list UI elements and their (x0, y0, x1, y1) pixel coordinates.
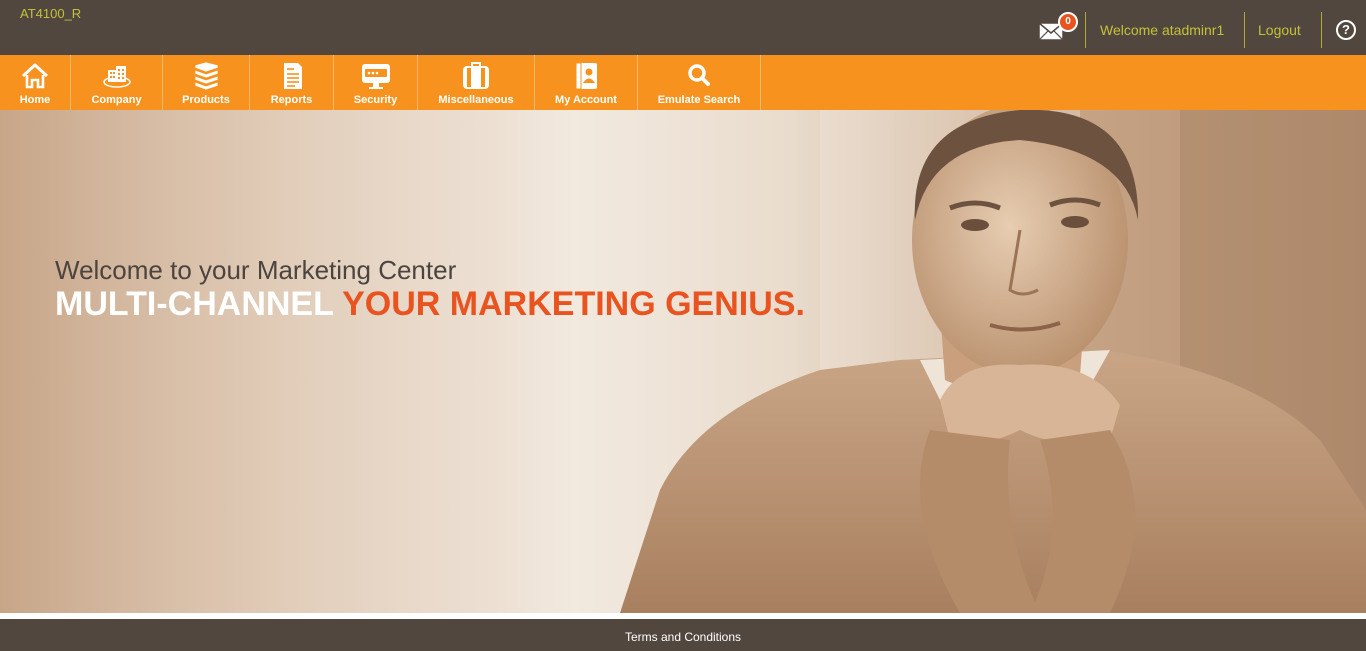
search-icon (688, 64, 710, 86)
monitor-password-icon (361, 64, 390, 89)
divider (1321, 12, 1322, 48)
nav-my-account[interactable]: My Account (535, 55, 638, 110)
hero-banner: Welcome to your Marketing Center MULTI-C… (0, 110, 1366, 613)
nav-security[interactable]: Security (334, 55, 418, 110)
nav-reports[interactable]: Reports (250, 55, 334, 110)
top-header: AT4100_R 0 Welcome atadminr1 Logout ? (0, 0, 1366, 55)
terms-link[interactable]: Terms and Conditions (0, 630, 1366, 644)
logout-link[interactable]: Logout (1258, 22, 1301, 38)
footer: Terms and Conditions (0, 619, 1366, 651)
messages-button[interactable]: 0 (1036, 12, 1080, 46)
nav-label: Company (91, 94, 142, 106)
nav-miscellaneous[interactable]: Miscellaneous (418, 55, 535, 110)
products-stack-icon (194, 62, 219, 90)
headline-part-orange: YOUR MARKETING GENIUS. (342, 285, 805, 323)
nav-label: Home (19, 94, 51, 106)
nav-label: Emulate Search (657, 94, 741, 106)
nav-products[interactable]: Products (163, 55, 250, 110)
building-icon (102, 66, 131, 88)
headline-part-white: MULTI-CHANNEL (55, 285, 334, 323)
account-book-icon (575, 62, 597, 90)
site-code: AT4100_R (20, 6, 82, 21)
divider (1085, 12, 1086, 48)
hero-headline: MULTI-CHANNEL YOUR MARKETING GENIUS. (55, 285, 805, 324)
luggage-icon (463, 62, 489, 89)
main-nav: Home Company Products Reports Security M… (0, 55, 1366, 110)
home-icon (21, 63, 49, 89)
nav-home[interactable]: Home (0, 55, 71, 110)
hero-subtitle: Welcome to your Marketing Center (55, 255, 457, 285)
nav-label: Products (182, 94, 230, 106)
divider (1244, 12, 1245, 48)
nav-label: My Account (555, 94, 617, 106)
help-button[interactable]: ? (1336, 20, 1356, 40)
nav-label: Miscellaneous (438, 94, 514, 106)
nav-label: Reports (270, 94, 313, 106)
mail-count-badge: 0 (1058, 12, 1078, 32)
nav-label: Security (353, 94, 398, 106)
welcome-user-text: Welcome atadminr1 (1100, 22, 1225, 38)
hero-man-photo (0, 110, 1366, 613)
nav-emulate-search[interactable]: Emulate Search (638, 55, 761, 110)
report-document-icon (283, 63, 302, 89)
nav-company[interactable]: Company (71, 55, 163, 110)
